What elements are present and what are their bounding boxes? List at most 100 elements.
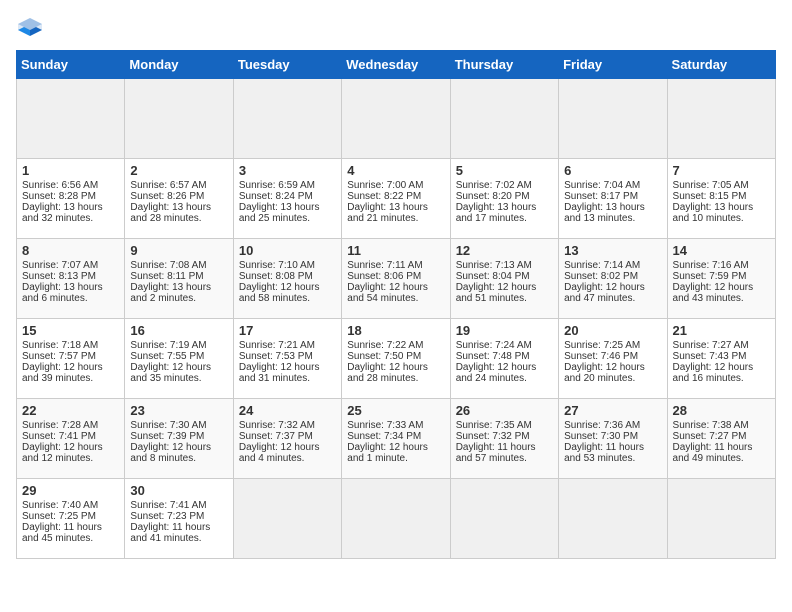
day-content-line: Sunset: 7:39 PM: [130, 431, 227, 442]
calendar-cell: 6Sunrise: 7:04 AMSunset: 8:17 PMDaylight…: [559, 159, 667, 239]
day-content-line: Sunrise: 7:25 AM: [564, 340, 661, 351]
day-content-line: Daylight: 12 hours: [22, 442, 119, 453]
day-content-line: Daylight: 11 hours: [130, 522, 227, 533]
day-content-line: and 16 minutes.: [673, 373, 770, 384]
day-number: 13: [564, 243, 661, 258]
day-number: 9: [130, 243, 227, 258]
day-number: 22: [22, 403, 119, 418]
day-content-line: Sunrise: 7:28 AM: [22, 420, 119, 431]
day-content-line: and 49 minutes.: [673, 453, 770, 464]
logo-icon: [16, 16, 44, 38]
day-content-line: Daylight: 12 hours: [456, 362, 553, 373]
day-content-line: Sunset: 7:30 PM: [564, 431, 661, 442]
day-content-line: Daylight: 13 hours: [22, 282, 119, 293]
day-content-line: Sunrise: 7:40 AM: [22, 500, 119, 511]
day-content-line: and 17 minutes.: [456, 213, 553, 224]
calendar-cell: 24 Sunrise: 7:32 AMSunset: 7:37 PMDayligh…: [233, 399, 341, 479]
day-content-line: Sunset: 7:41 PM: [22, 431, 119, 442]
calendar-cell: [667, 79, 775, 159]
day-number: 14: [673, 243, 770, 258]
day-content-line: Daylight: 12 hours: [347, 442, 444, 453]
calendar-cell: 30Sunrise: 7:41 AMSunset: 7:23 PMDayligh…: [125, 479, 233, 559]
day-content-line: Sunset: 7:34 PM: [347, 431, 444, 442]
day-number: 2: [130, 163, 227, 178]
weekday-saturday: Saturday: [667, 51, 775, 79]
calendar-cell: 11Sunrise: 7:11 AMSunset: 8:06 PMDayligh…: [342, 239, 450, 319]
calendar-cell: [233, 79, 341, 159]
calendar-cell: [342, 479, 450, 559]
day-content-line: Sunrise: 7:35 AM: [456, 420, 553, 431]
day-content-line: Daylight: 12 hours: [239, 282, 336, 293]
day-content-line: Daylight: 13 hours: [456, 202, 553, 213]
calendar-cell: 20Sunrise: 7:25 AMSunset: 7:46 PMDayligh…: [559, 319, 667, 399]
calendar-cell: 3Sunrise: 6:59 AMSunset: 8:24 PMDaylight…: [233, 159, 341, 239]
day-content-line: and 39 minutes.: [22, 373, 119, 384]
day-number: 5: [456, 163, 553, 178]
day-content-line: Sunset: 7:32 PM: [456, 431, 553, 442]
calendar-cell: 15Sunrise: 7:18 AMSunset: 7:57 PMDayligh…: [17, 319, 125, 399]
day-content-line: Daylight: 13 hours: [564, 202, 661, 213]
day-number: 27: [564, 403, 661, 418]
day-number: 1: [22, 163, 119, 178]
day-content-line: Daylight: 12 hours: [347, 362, 444, 373]
day-content-line: Sunset: 7:25 PM: [22, 511, 119, 522]
day-content-line: and 8 minutes.: [130, 453, 227, 464]
day-content-line: Daylight: 12 hours: [22, 362, 119, 373]
day-content-line: and 51 minutes.: [456, 293, 553, 304]
day-content-line: Sunset: 7:55 PM: [130, 351, 227, 362]
calendar-cell: [667, 479, 775, 559]
day-content-line: and 20 minutes.: [564, 373, 661, 384]
day-content-line: Sunrise: 7:07 AM: [22, 260, 119, 271]
page-header: [16, 16, 776, 38]
day-number: 29: [22, 483, 119, 498]
day-content-line: Sunset: 7:37 PM: [239, 431, 336, 442]
day-content-line: Daylight: 13 hours: [130, 202, 227, 213]
day-content-line: Sunset: 8:02 PM: [564, 271, 661, 282]
calendar-cell: 25Sunrise: 7:33 AMSunset: 7:34 PMDayligh…: [342, 399, 450, 479]
day-content-line: Sunset: 7:59 PM: [673, 271, 770, 282]
day-content-line: Sunrise: 7:32 AM: [239, 420, 336, 431]
day-number: 11: [347, 243, 444, 258]
day-content-line: Sunrise: 7:08 AM: [130, 260, 227, 271]
day-number: 17: [239, 323, 336, 338]
logo: [16, 16, 48, 38]
day-content-line: and 24 minutes.: [456, 373, 553, 384]
day-content-line: Sunrise: 7:00 AM: [347, 180, 444, 191]
day-content-line: and 6 minutes.: [22, 293, 119, 304]
calendar-cell: 12Sunrise: 7:13 AMSunset: 8:04 PMDayligh…: [450, 239, 558, 319]
day-content-line: Daylight: 11 hours: [456, 442, 553, 453]
day-content-line: Daylight: 12 hours: [239, 442, 336, 453]
day-content-line: Sunrise: 7:11 AM: [347, 260, 444, 271]
week-row-4: 22Sunrise: 7:28 AMSunset: 7:41 PMDayligh…: [17, 399, 776, 479]
calendar-cell: 17Sunrise: 7:21 AMSunset: 7:53 PMDayligh…: [233, 319, 341, 399]
day-content-line: Sunset: 8:04 PM: [456, 271, 553, 282]
day-number: 24: [239, 403, 336, 418]
day-content-line: Sunrise: 6:57 AM: [130, 180, 227, 191]
calendar-cell: 2 Sunrise: 6:57 AMSunset: 8:26 PMDaylight…: [125, 159, 233, 239]
day-number: 16: [130, 323, 227, 338]
day-number: 10: [239, 243, 336, 258]
calendar-cell: 14Sunrise: 7:16 AMSunset: 7:59 PMDayligh…: [667, 239, 775, 319]
day-content-line: Sunset: 7:27 PM: [673, 431, 770, 442]
calendar-table: SundayMondayTuesdayWednesdayThursdayFrid…: [16, 50, 776, 559]
day-number: 26: [456, 403, 553, 418]
day-content-line: Sunrise: 7:33 AM: [347, 420, 444, 431]
day-content-line: Sunset: 7:43 PM: [673, 351, 770, 362]
day-content-line: Sunset: 8:28 PM: [22, 191, 119, 202]
day-content-line: and 2 minutes.: [130, 293, 227, 304]
day-number: 4: [347, 163, 444, 178]
day-number: 6: [564, 163, 661, 178]
day-content-line: Daylight: 13 hours: [239, 202, 336, 213]
day-content-line: and 13 minutes.: [564, 213, 661, 224]
day-number: 28: [673, 403, 770, 418]
day-content-line: and 53 minutes.: [564, 453, 661, 464]
day-content-line: Daylight: 12 hours: [130, 442, 227, 453]
calendar-cell: 4Sunrise: 7:00 AMSunset: 8:22 PMDaylight…: [342, 159, 450, 239]
day-content-line: and 35 minutes.: [130, 373, 227, 384]
calendar-cell: 9Sunrise: 7:08 AMSunset: 8:11 PMDaylight…: [125, 239, 233, 319]
day-content-line: Sunset: 8:26 PM: [130, 191, 227, 202]
week-row-2: 8Sunrise: 7:07 AMSunset: 8:13 PMDaylight…: [17, 239, 776, 319]
calendar-cell: 13Sunrise: 7:14 AMSunset: 8:02 PMDayligh…: [559, 239, 667, 319]
calendar-cell: 28Sunrise: 7:38 AMSunset: 7:27 PMDayligh…: [667, 399, 775, 479]
day-content-line: Daylight: 12 hours: [673, 282, 770, 293]
